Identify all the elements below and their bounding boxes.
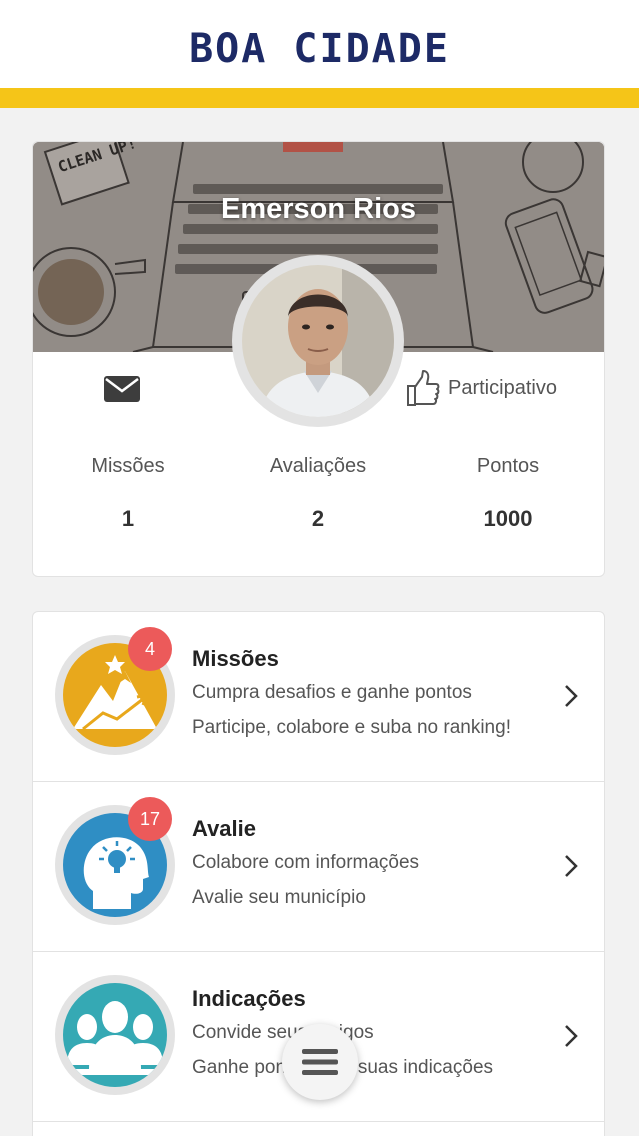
stat-evaluations-label: Avaliações bbox=[269, 455, 367, 477]
thumbs-up-icon bbox=[407, 370, 440, 406]
stat-evaluations-value: 2 bbox=[311, 506, 325, 531]
missions-title: Missões bbox=[192, 646, 279, 671]
stat-points-label: Pontos bbox=[476, 455, 540, 477]
header-accent-bar bbox=[0, 88, 639, 108]
evaluate-line-1: Colabore com informações bbox=[192, 852, 420, 873]
people-icon bbox=[63, 983, 167, 1087]
evaluate-count-badge: 17 bbox=[128, 797, 172, 841]
rank-label: Participativo bbox=[448, 376, 557, 399]
chevron-right-icon bbox=[565, 685, 578, 707]
profile-name: Emerson Rios bbox=[221, 193, 416, 225]
chevron-right-icon bbox=[565, 855, 578, 877]
missions-line-2: Participe, colabore e suba no ranking! bbox=[192, 717, 511, 738]
menu-item-evaluate[interactable]: 17 Avalie Colabore com informações Avali… bbox=[33, 782, 604, 952]
menu-item-missions[interactable]: 4 Missões Cumpra desafios e ganhe pontos… bbox=[33, 612, 604, 782]
rank-badge: Participativo bbox=[406, 368, 557, 408]
chevron-right-icon bbox=[565, 1025, 578, 1047]
evaluate-line-2: Avalie seu município bbox=[192, 887, 366, 908]
envelope-icon bbox=[104, 376, 140, 402]
stat-missions-value: 1 bbox=[121, 506, 135, 531]
profile-avatar[interactable] bbox=[232, 255, 404, 427]
profile-card: CLEAN UP! Emerson Rios Participativo Mis… bbox=[32, 141, 605, 577]
missions-count-badge: 4 bbox=[128, 627, 172, 671]
message-button[interactable] bbox=[103, 375, 141, 403]
stat-missions-label: Missões bbox=[91, 455, 165, 477]
app-logo: BOA CIDADE bbox=[189, 26, 450, 72]
referrals-title: Indicações bbox=[192, 986, 306, 1011]
stat-points-value: 1000 bbox=[483, 506, 533, 531]
app-header: BOA CIDADE bbox=[0, 0, 639, 88]
missions-line-1: Cumpra desafios e ganhe pontos bbox=[192, 682, 472, 703]
evaluate-title: Avalie bbox=[192, 816, 257, 841]
menu-fab-button[interactable] bbox=[282, 1024, 358, 1100]
hamburger-menu-icon bbox=[302, 1049, 338, 1075]
referrals-icon-wrap bbox=[55, 975, 175, 1095]
user-photo bbox=[242, 265, 394, 417]
